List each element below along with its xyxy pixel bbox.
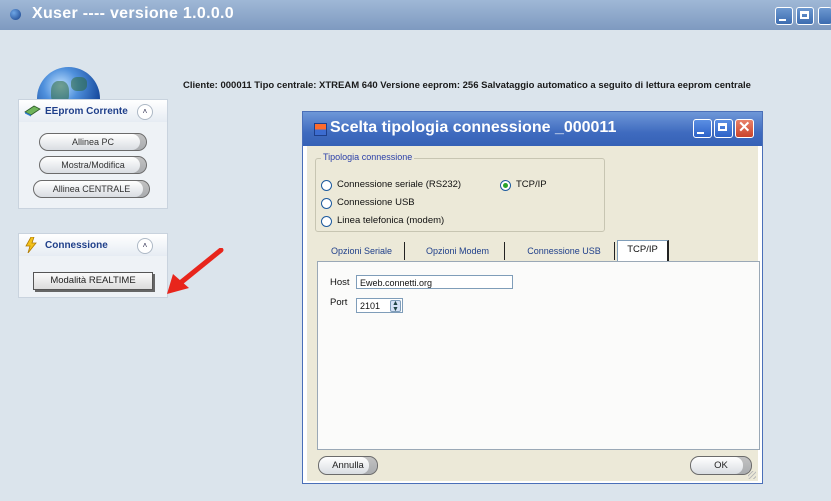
main-window: Xuser ---- versione 1.0.0.0 Cliente: 000… [0, 0, 831, 501]
port-label: Port [330, 297, 348, 308]
ok-button[interactable]: OK [690, 456, 752, 475]
radio-tcpip[interactable] [500, 180, 511, 191]
close-button[interactable] [818, 7, 831, 25]
realtime-mode-button[interactable]: Modalità REALTIME [33, 272, 153, 290]
group-legend: Tipologia connessione [321, 152, 415, 162]
dialog-body: Tipologia connessione Connessione serial… [307, 146, 760, 481]
arrow-shaft [176, 248, 224, 287]
red-arrow-annotation [167, 248, 224, 294]
eeprom-icon [24, 103, 41, 120]
host-label: Host [330, 277, 350, 288]
connection-collapse-icon[interactable]: ˄ [137, 238, 153, 254]
dialog-minimize-button[interactable] [693, 119, 712, 138]
close-icon: ✕ [738, 119, 751, 136]
mostra-modifica-button[interactable]: Mostra/Modifica [39, 156, 147, 174]
lightning-icon [24, 236, 38, 256]
radio-serial-label[interactable]: Connessione seriale (RS232) [337, 179, 461, 190]
radio-modem[interactable] [321, 216, 332, 227]
eeprom-panel-title: EEprom Corrente [45, 106, 128, 117]
dialog-close-button[interactable]: ✕ [735, 119, 754, 138]
allinea-centrale-button[interactable]: Allinea CENTRALE [33, 180, 150, 198]
app-globe-icon [10, 9, 21, 20]
globe-landmass [71, 77, 87, 91]
main-title-bar[interactable]: Xuser ---- versione 1.0.0.0 [0, 0, 831, 30]
radio-modem-label[interactable]: Linea telefonica (modem) [337, 215, 444, 226]
connection-panel: Connessione ˄ Modalità REALTIME [18, 233, 168, 298]
radio-tcpip-label[interactable]: TCP/IP [516, 179, 547, 190]
maximize-icon [800, 11, 809, 19]
port-value: 2101 [360, 301, 381, 311]
connection-dialog: Scelta tipologia connessione _000011 ✕ T… [302, 111, 763, 484]
radio-usb-label[interactable]: Connessione USB [337, 197, 415, 208]
dialog-app-icon [314, 123, 327, 136]
connection-panel-header[interactable]: Connessione ˄ [19, 234, 167, 256]
tab-tcpip[interactable]: TCP/IP [617, 240, 669, 262]
window-title: Xuser ---- versione 1.0.0.0 [32, 5, 234, 22]
minimize-icon [697, 132, 704, 134]
minimize-button[interactable] [775, 7, 793, 25]
minimize-icon [779, 19, 786, 21]
allinea-pc-button[interactable]: Allinea PC [39, 133, 147, 151]
maximize-button[interactable] [796, 7, 814, 25]
client-info-line: Cliente: 000011 Tipo centrale: XTREAM 64… [183, 80, 751, 91]
dialog-maximize-button[interactable] [714, 119, 733, 138]
tcpip-tab-panel: Host Eweb.connetti.org Port 2101 ▲ ▼ [317, 261, 760, 450]
eeprom-icon-graphic [24, 105, 41, 117]
lightning-icon-graphic [25, 236, 37, 254]
eeprom-panel: EEprom Corrente ˄ Allinea PC Mostra/Modi… [18, 99, 168, 209]
radio-serial[interactable] [321, 180, 332, 191]
options-tabstrip: Opzioni Seriale Opzioni Modem Connession… [307, 240, 758, 262]
eeprom-collapse-icon[interactable]: ˄ [137, 104, 153, 120]
resize-grip[interactable] [748, 471, 756, 479]
cancel-button[interactable]: Annulla [318, 456, 378, 475]
dialog-title-bar[interactable]: Scelta tipologia connessione _000011 ✕ [303, 112, 762, 146]
eeprom-panel-header[interactable]: EEprom Corrente ˄ [19, 100, 167, 122]
connection-panel-title: Connessione [45, 240, 108, 251]
radio-usb[interactable] [321, 198, 332, 209]
host-input[interactable]: Eweb.connetti.org [356, 275, 513, 289]
tab-modem-options[interactable]: Opzioni Modem [411, 242, 505, 260]
tab-serial-options[interactable]: Opzioni Seriale [319, 242, 405, 260]
tab-usb-connection[interactable]: Connessione USB [514, 242, 615, 260]
port-stepper[interactable]: 2101 ▲ ▼ [356, 298, 403, 313]
dialog-title: Scelta tipologia connessione _000011 [330, 119, 617, 136]
maximize-icon [718, 123, 727, 131]
connection-type-group: Tipologia connessione Connessione serial… [315, 152, 605, 232]
port-spin-buttons[interactable]: ▲ ▼ [390, 300, 401, 312]
